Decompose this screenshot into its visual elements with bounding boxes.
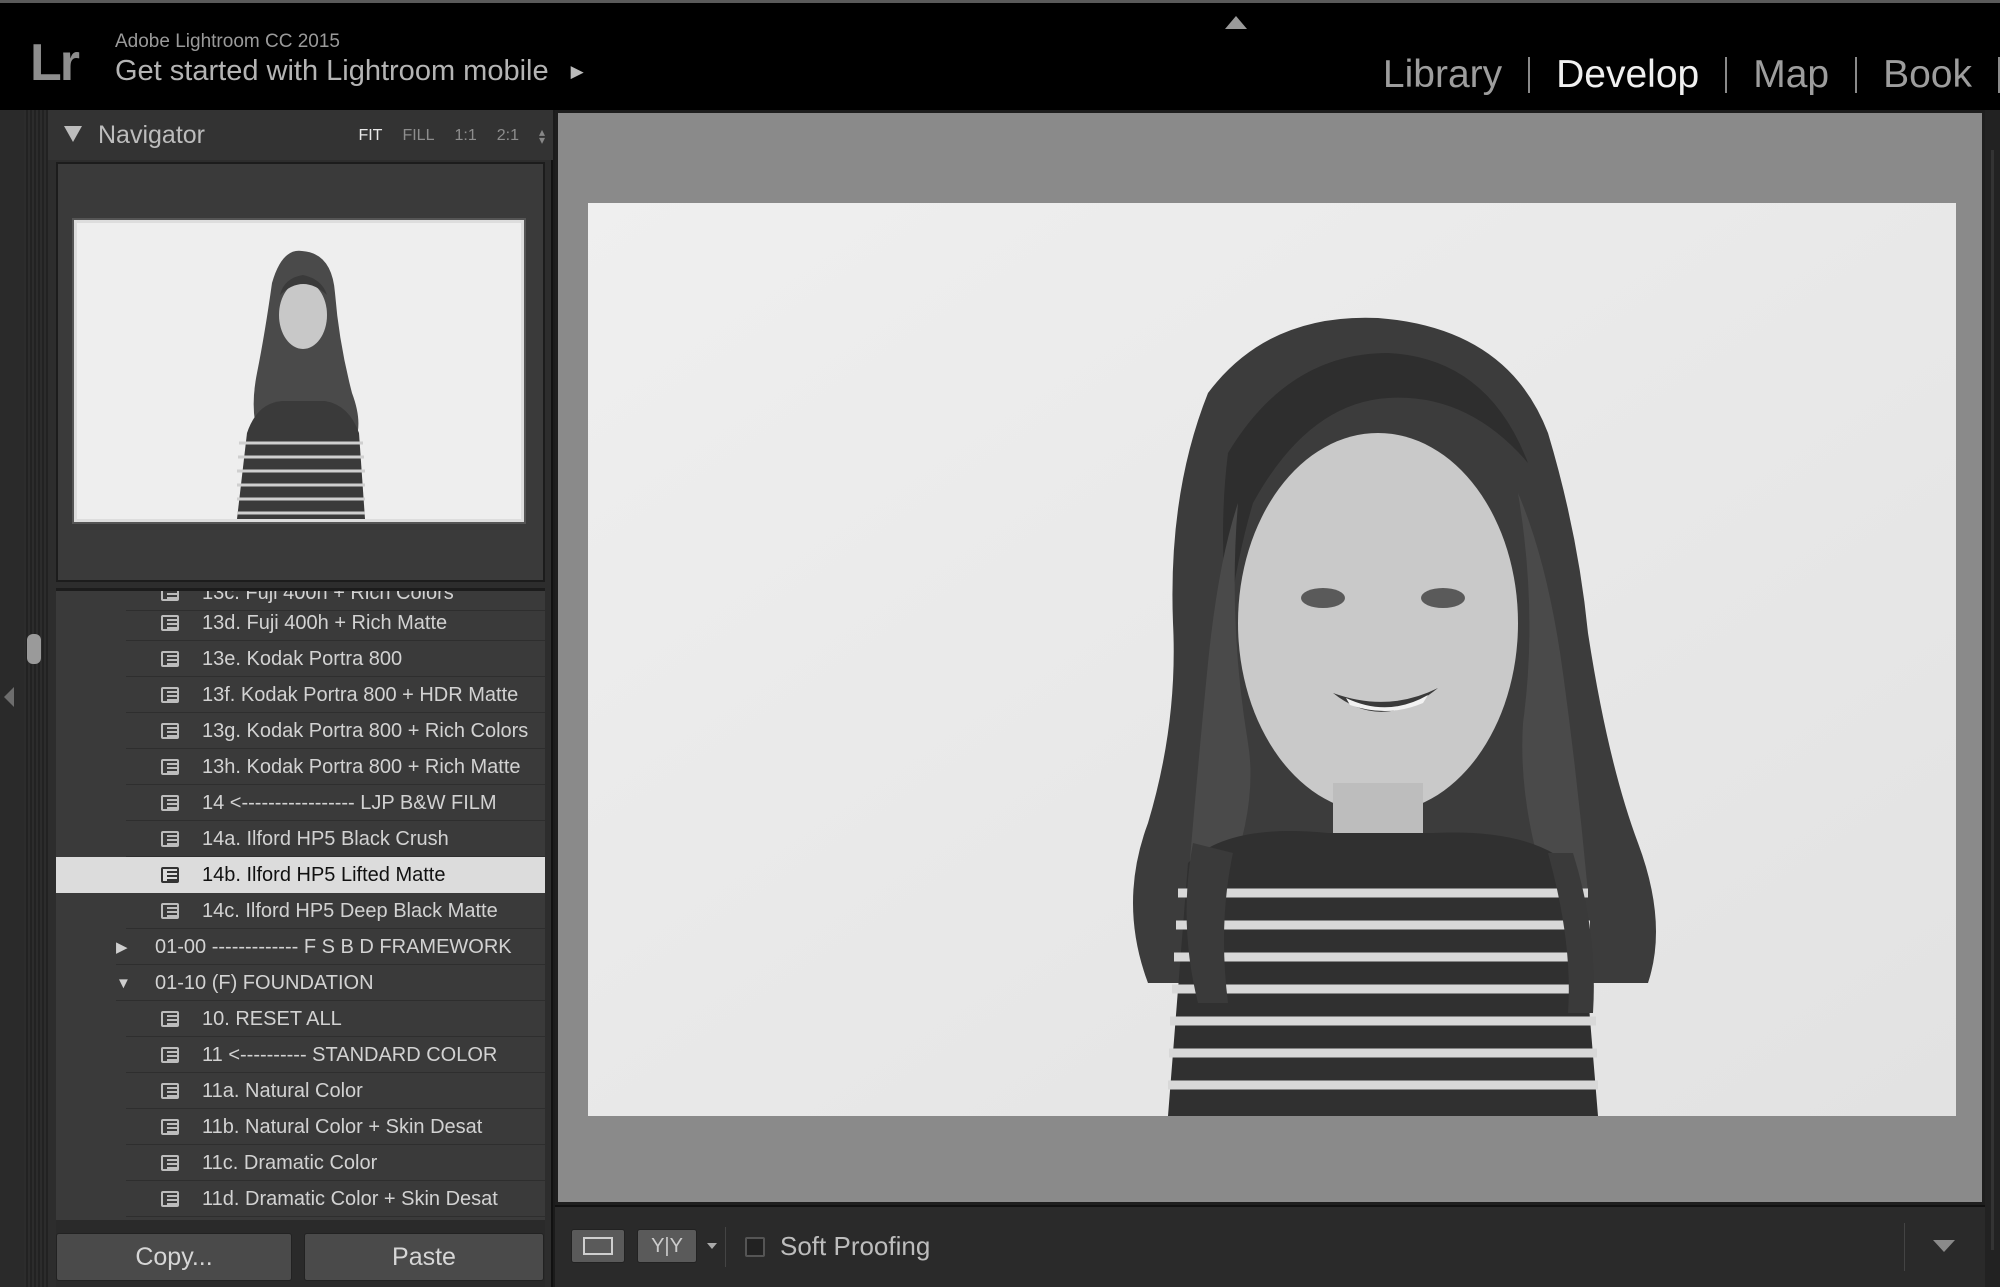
soft-proofing-label: Soft Proofing	[780, 1231, 931, 1261]
app-version: Adobe Lightroom CC 2015	[115, 31, 340, 52]
preset-item[interactable]: 13d. Fuji 400h + Rich Matte	[56, 605, 545, 641]
preset-item[interactable]: 11b. Natural Color + Skin Desat	[56, 1109, 545, 1145]
photo-preview[interactable]	[588, 203, 1956, 1116]
left-panel: Navigator FIT FILL 1:1 2:1 ▴ ▾ 13c. Fuji…	[48, 110, 553, 1287]
preset-item[interactable]: 14 <----------------- LJP B&W FILM	[56, 785, 545, 821]
module-book[interactable]: Book	[1857, 53, 1998, 97]
preset-item[interactable]: 10. RESET ALL	[56, 1001, 545, 1037]
preset-icon	[161, 1119, 179, 1135]
navigator-collapse-icon[interactable]	[64, 126, 82, 142]
left-panel-stripe	[24, 110, 48, 1287]
preset-icon	[161, 759, 179, 775]
preset-icon	[161, 1191, 179, 1207]
collapse-left-panel-icon[interactable]	[4, 687, 14, 707]
folder-expanded-icon[interactable]: ▼	[116, 975, 131, 992]
preset-icon	[161, 651, 179, 667]
zoom-1-1[interactable]: 1:1	[454, 127, 476, 145]
toolbar-separator	[1904, 1223, 1905, 1271]
navigator-header[interactable]: Navigator FIT FILL 1:1 2:1 ▴ ▾	[48, 110, 553, 160]
before-after-dropdown-icon[interactable]	[707, 1243, 717, 1249]
soft-proofing-checkbox[interactable]	[745, 1237, 765, 1257]
preset-folder[interactable]: ▼ 01-10 (F) FOUNDATION	[56, 965, 545, 1001]
preset-folder[interactable]: ▶ 01-00 ------------- F S B D FRAMEWORK	[56, 929, 545, 965]
preset-icon	[161, 1011, 179, 1027]
zoom-stepper-icon[interactable]: ▴ ▾	[539, 126, 545, 146]
preset-item[interactable]: 11 <---------- STANDARD COLOR	[56, 1037, 545, 1073]
preset-icon	[161, 687, 179, 703]
preset-item[interactable]: 11a. Natural Color	[56, 1073, 545, 1109]
preset-item[interactable]: 13h. Kodak Portra 800 + Rich Matte	[56, 749, 545, 785]
toolbar-content-menu-icon[interactable]	[1933, 1240, 1955, 1252]
preset-icon	[161, 795, 179, 811]
zoom-fit[interactable]: FIT	[358, 127, 382, 145]
preset-icon	[161, 903, 179, 919]
play-triangle-icon: ▶	[570, 61, 584, 81]
preset-item[interactable]: 13f. Kodak Portra 800 + HDR Matte	[56, 677, 545, 713]
navigator-preview[interactable]	[56, 162, 545, 582]
preset-item-selected[interactable]: 14b. Ilford HP5 Lifted Matte	[56, 857, 545, 893]
module-library[interactable]: Library	[1357, 53, 1528, 97]
toolbar-separator	[725, 1227, 726, 1267]
preset-icon	[161, 591, 179, 601]
folder-collapsed-icon[interactable]: ▶	[116, 938, 128, 956]
preset-item[interactable]: 11c. Dramatic Color	[56, 1145, 545, 1181]
right-edge	[1985, 110, 2000, 1287]
zoom-fill[interactable]: FILL	[402, 127, 434, 145]
navigator-thumbnail-image	[77, 223, 521, 519]
preset-item[interactable]: 13e. Kodak Portra 800	[56, 641, 545, 677]
preset-item[interactable]: 14c. Ilford HP5 Deep Black Matte	[56, 893, 545, 929]
top-bar: Lr Adobe Lightroom CC 2015 Get started w…	[0, 0, 2000, 110]
module-picker: Library Develop Map Book	[1357, 53, 2000, 97]
lightroom-logo: Lr	[30, 34, 80, 92]
preset-item[interactable]: 13g. Kodak Portra 800 + Rich Colors	[56, 713, 545, 749]
bottom-toolbar: Y|Y Soft Proofing	[555, 1205, 1985, 1287]
preset-icon	[161, 615, 179, 631]
right-panel-stripe	[1991, 150, 1994, 1250]
photo-image	[588, 203, 1956, 1116]
preset-icon	[161, 723, 179, 739]
preset-icon	[161, 1155, 179, 1171]
main-canvas[interactable]	[555, 110, 1985, 1205]
module-map[interactable]: Map	[1727, 53, 1855, 97]
preset-icon	[161, 831, 179, 847]
copy-button[interactable]: Copy...	[56, 1233, 292, 1281]
zoom-options: FIT FILL 1:1 2:1 ▴ ▾	[358, 126, 545, 146]
navigator-thumbnail[interactable]	[72, 218, 526, 524]
copy-paste-bar: Copy... Paste	[56, 1220, 545, 1287]
paste-button[interactable]: Paste	[304, 1233, 544, 1281]
preset-icon	[161, 1083, 179, 1099]
preset-item[interactable]: 14a. Ilford HP5 Black Crush	[56, 821, 545, 857]
preset-item[interactable]: 11d. Dramatic Color + Skin Desat	[56, 1181, 545, 1217]
module-develop[interactable]: Develop	[1530, 53, 1725, 97]
loupe-view-button[interactable]	[571, 1229, 625, 1263]
mobile-promo-label: Get started with Lightroom mobile	[115, 55, 549, 87]
before-after-button[interactable]: Y|Y	[637, 1229, 697, 1263]
zoom-2-1[interactable]: 2:1	[497, 127, 519, 145]
left-panel-resize-handle[interactable]	[27, 634, 41, 664]
navigator-title: Navigator	[98, 121, 205, 149]
collapse-top-panel-icon[interactable]	[1225, 16, 1247, 29]
loupe-view-icon	[583, 1237, 613, 1255]
preset-icon	[161, 1047, 179, 1063]
preset-icon	[161, 867, 179, 883]
mobile-promo-link[interactable]: Get started with Lightroom mobile ▶	[115, 55, 584, 88]
presets-list: 13c. Fuji 400h + Rich Colors 13d. Fuji 4…	[56, 588, 545, 1220]
